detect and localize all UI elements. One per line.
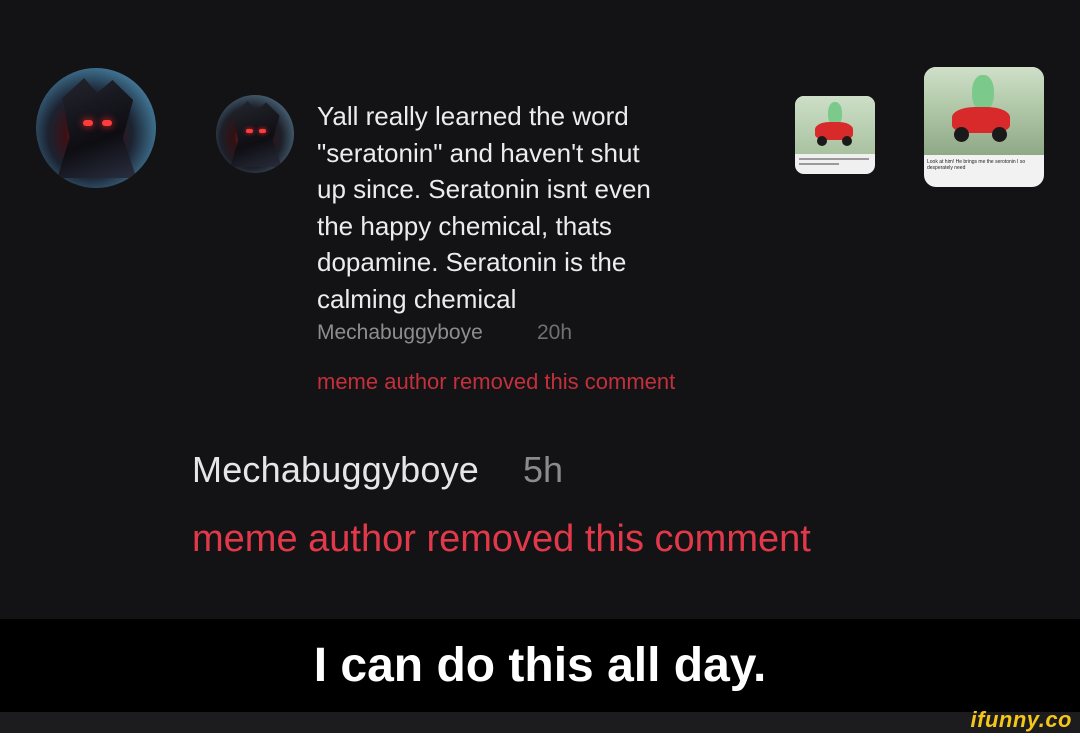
avatar-eye-right <box>102 120 112 126</box>
inner-reply-timestamp: 20h <box>537 321 573 344</box>
commenter-avatar[interactable] <box>36 68 156 188</box>
inner-reply-author[interactable]: Mechabuggyboye <box>317 321 483 345</box>
reply-timestamp: 5h <box>523 449 564 490</box>
comment-line: Yall really learned the word <box>317 101 629 131</box>
comment-line: the happy chemical, thats <box>317 210 612 241</box>
ifunny-meme-page: Yall really learned the word "seratonin"… <box>0 0 1080 733</box>
thumbnail-caption-line <box>799 158 869 160</box>
thumbnail-caption-line <box>799 163 839 165</box>
avatar-eye-left <box>83 120 93 126</box>
avatar-character-figure <box>57 78 137 178</box>
toy-figure <box>972 75 994 111</box>
ifunny-watermark[interactable]: ifunny.co <box>971 707 1072 733</box>
meme-caption: I can do this all day. <box>313 639 767 692</box>
meme-caption-bar: I can do this all day. <box>0 619 1080 712</box>
reply-author[interactable]: Mechabuggyboye <box>192 449 479 491</box>
toy-wheel <box>954 127 969 142</box>
comment-line: "seratonin" and haven't shut <box>317 137 640 168</box>
toy-wheel <box>842 136 852 146</box>
inner-removed-notice: meme author removed this comment <box>317 369 676 394</box>
meme-thumbnail[interactable]: Look at him! He brings me the serotonin … <box>924 67 1044 187</box>
removed-comment-notice: meme author removed this comment <box>192 518 811 560</box>
toy-wheel <box>992 127 1007 142</box>
comment-line: calming chemical <box>317 283 517 314</box>
original-commenter-avatar[interactable] <box>216 95 294 173</box>
footer-bar <box>0 712 1080 733</box>
avatar-eye-right <box>259 129 266 133</box>
thumbnail-caption: Look at him! He brings me the serotonin … <box>927 159 1026 171</box>
thumbnail-photo <box>924 67 1044 155</box>
comment-line: dopamine. Seratonin is the <box>317 247 627 278</box>
toy-wheel <box>817 136 827 146</box>
thumbnail-photo <box>795 96 875 154</box>
inner-meme-thumbnail[interactable] <box>795 96 875 174</box>
original-comment-text: Yall really learned the word "seratonin"… <box>317 98 737 318</box>
avatar-character-figure <box>230 101 282 167</box>
comment-line: up since. Seratonin isnt even <box>317 174 651 205</box>
avatar-eye-left <box>246 129 253 133</box>
